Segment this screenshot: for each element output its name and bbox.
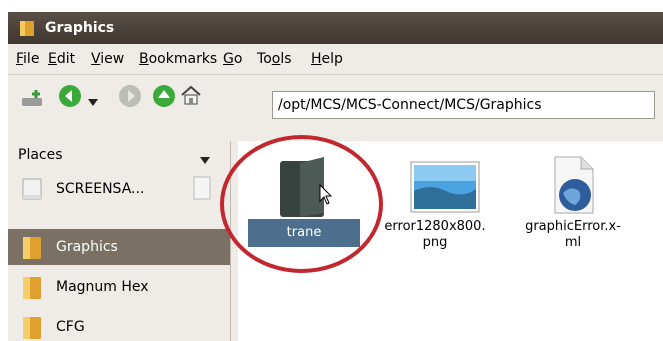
sidebar-item-screensaver[interactable]: SCREENSA...: [8, 171, 230, 207]
eject-icon[interactable]: [192, 175, 212, 205]
title-bar[interactable]: Graphics: [8, 12, 663, 44]
home-icon[interactable]: [180, 84, 204, 108]
menu-view[interactable]: View: [91, 51, 124, 67]
menu-bookmarks[interactable]: Bookmarks: [139, 51, 217, 67]
window-title: Graphics: [45, 20, 115, 36]
menu-go[interactable]: Go: [223, 51, 242, 67]
back-icon[interactable]: [58, 84, 82, 108]
menu-help[interactable]: Help: [311, 51, 343, 67]
folder-icon: [20, 315, 44, 341]
xml-globe-icon: [508, 155, 638, 219]
file-manager-window: Graphics File Edit View Bookmarks Go Too…: [8, 12, 663, 341]
sidebar-item-label: Magnum Hex: [56, 279, 149, 295]
places-sidebar: Places SCREENSA... Graphics Magnum Hex C…: [8, 141, 231, 341]
sidebar-item-label: CFG: [56, 319, 85, 335]
file-item-graphic-error-xml[interactable]: graphicError.x- ml: [508, 155, 638, 251]
folder-icon: [20, 275, 44, 305]
file-name-line1: graphicError.x-: [525, 219, 621, 234]
location-bar[interactable]: /opt/MCS/MCS-Connect/MCS/Graphics: [272, 91, 655, 119]
sidebar-item-label: SCREENSA...: [56, 181, 145, 197]
file-name-line2: png: [422, 235, 448, 250]
new-tab-icon[interactable]: [20, 88, 44, 112]
image-icon: [370, 155, 500, 219]
file-view[interactable]: trane error1280x800. png graphicError.x-…: [238, 141, 663, 341]
file-name-line2: ml: [564, 235, 582, 250]
sidebar-item-label: Graphics: [56, 239, 118, 255]
folder-icon: [20, 20, 34, 40]
up-icon[interactable]: [152, 84, 176, 108]
file-item-error-png[interactable]: error1280x800. png: [370, 155, 500, 251]
folder-icon: [248, 155, 360, 219]
file-name-line1: error1280x800.: [384, 219, 486, 234]
menu-edit[interactable]: Edit: [48, 51, 75, 67]
menu-tools[interactable]: Tools: [257, 51, 292, 67]
file-item-trane[interactable]: trane: [248, 155, 360, 247]
sidebar-item-magnum-hex[interactable]: Magnum Hex: [8, 269, 230, 305]
places-label: Places: [18, 147, 63, 163]
drive-icon: [20, 177, 44, 205]
folder-icon: [20, 235, 44, 265]
file-name: trane: [248, 219, 360, 247]
chevron-down-icon[interactable]: [200, 150, 210, 169]
places-header[interactable]: Places: [8, 141, 230, 167]
forward-icon[interactable]: [118, 84, 142, 108]
sidebar-item-cfg[interactable]: CFG: [8, 309, 230, 341]
chevron-down-icon[interactable]: [88, 92, 100, 116]
sidebar-item-graphics[interactable]: Graphics: [8, 229, 230, 265]
menu-bar: File Edit View Bookmarks Go Tools Help: [8, 44, 663, 75]
menu-file[interactable]: File: [16, 51, 39, 67]
